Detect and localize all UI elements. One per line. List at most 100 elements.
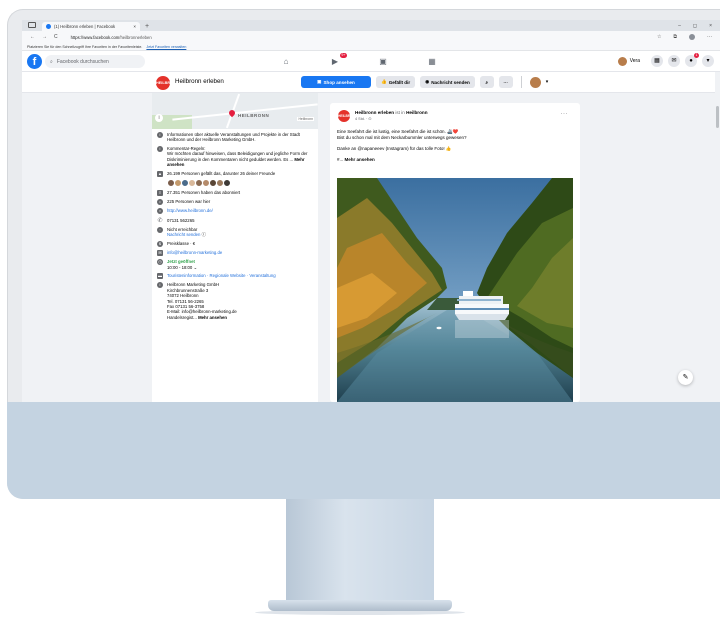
marketplace-icon[interactable]: ▣ bbox=[377, 56, 389, 67]
new-tab-button[interactable]: + bbox=[145, 22, 149, 31]
post-text: Eine Seefahrt die ist lustig, eine Seefa… bbox=[337, 129, 573, 168]
impressum-line: E-Mail: info@heilbronn-marketing.de bbox=[167, 309, 237, 315]
email-icon: ✉ bbox=[157, 249, 163, 256]
imac-mockup: (1) Heilbronn erleben | Facebook × + – ◻… bbox=[0, 0, 720, 617]
collections-icon[interactable]: ⧉ bbox=[673, 34, 677, 40]
url-path: /heilbronnerleben bbox=[119, 34, 152, 40]
friend-avatars[interactable] bbox=[167, 179, 315, 187]
map-tag: Heilbronn bbox=[297, 117, 314, 121]
favorites-bar: Platzieren Sie für den Schnellzugriff Ih… bbox=[22, 43, 720, 51]
price-icon: $ bbox=[157, 240, 163, 247]
checkins-text: 225 Personen war hier bbox=[167, 199, 211, 205]
message-button[interactable]: ◉ Nachricht senden bbox=[420, 76, 475, 88]
impressum-line: 74072 Heilbronn bbox=[167, 293, 199, 299]
post-line: Danke an @napaneeev (Instagram) für das … bbox=[337, 146, 452, 151]
info-circle-icon[interactable]: ⓘ bbox=[202, 232, 206, 237]
send-message-link[interactable]: Nachricht senden bbox=[167, 232, 200, 237]
facebook-nav-right: Vera ▦ ✉ ● 1 ▾ bbox=[617, 53, 714, 67]
new-message-button[interactable]: ✎ bbox=[678, 370, 693, 385]
user-profile-chip[interactable]: Vera bbox=[617, 56, 640, 66]
facebook-search-input[interactable]: ⌕ Facebook durchsuchen bbox=[45, 55, 145, 68]
friend-avatar bbox=[223, 179, 231, 187]
tab-actions-icon[interactable] bbox=[28, 22, 36, 28]
like-button[interactable]: 👍 Gefällt dir bbox=[376, 76, 416, 88]
post-author-name[interactable]: Heilbronn erleben bbox=[355, 110, 394, 115]
post-place[interactable]: Heilbronn bbox=[406, 110, 427, 115]
scrollbar-thumb[interactable] bbox=[716, 106, 719, 128]
hours-chevron-icon[interactable]: ⌄ bbox=[192, 265, 198, 270]
user-avatar bbox=[617, 56, 627, 66]
email-link[interactable]: info@heilbronn-marketing.de bbox=[167, 250, 315, 256]
page-more-button[interactable]: ··· bbox=[498, 76, 513, 88]
page-account-avatar[interactable] bbox=[529, 76, 541, 88]
screen: (1) Heilbronn erleben | Facebook × + – ◻… bbox=[22, 20, 720, 402]
tab-close-icon[interactable]: × bbox=[133, 24, 136, 29]
close-window-button[interactable]: × bbox=[709, 23, 712, 29]
page-header-bar: HEILBRONN Heilbronn erleben ▣ Shop anseh… bbox=[22, 72, 720, 93]
info-about: i Informationen über aktuelle Veranstalt… bbox=[157, 132, 315, 143]
followers-text: 27.351 Personen haben das abonniert bbox=[167, 190, 241, 195]
home-icon[interactable]: ⌂ bbox=[280, 56, 292, 67]
browser-tab[interactable]: (1) Heilbronn erleben | Facebook × bbox=[42, 22, 140, 31]
url-field[interactable]: https://www.facebook.com/heilbronnerlebe… bbox=[71, 35, 152, 40]
facebook-logo[interactable]: f bbox=[27, 54, 42, 69]
manage-favorites-link[interactable]: Jetzt Favoriten verwalten bbox=[146, 45, 186, 49]
like-button-label: Gefällt dir bbox=[388, 79, 411, 85]
map-road bbox=[172, 103, 318, 121]
location-map[interactable]: HEILBRONN i Heilbronn bbox=[152, 93, 318, 129]
groups-icon[interactable]: ▦ bbox=[426, 56, 438, 67]
shop-button-label: Shop ansehen bbox=[323, 79, 355, 85]
categories-text[interactable]: Touristeninformation · Regionale Website… bbox=[167, 273, 315, 279]
forward-button[interactable]: → bbox=[42, 34, 47, 40]
clock-icon: ◷ bbox=[157, 259, 163, 266]
post-options-button[interactable]: ··· bbox=[561, 111, 569, 117]
messenger-icon[interactable]: ✉ bbox=[668, 55, 680, 67]
page-account-chevron-icon[interactable]: ▾ bbox=[546, 79, 549, 85]
browser-toolbar: ☆ ⧉ ··· bbox=[657, 34, 720, 40]
info-impressum: i Heilbronn Marketing GmbH Kirchbrunnens… bbox=[157, 282, 315, 320]
watch-icon[interactable]: ▶ 9+ bbox=[329, 53, 347, 67]
impressum-line: Tel. 07131 56-2265 bbox=[167, 298, 204, 304]
map-info-icon[interactable]: i bbox=[155, 114, 163, 122]
menu-grid-icon[interactable]: ▦ bbox=[651, 55, 663, 67]
page-search-button[interactable]: ⌕ bbox=[479, 76, 494, 88]
messenger-small-icon: ◉ bbox=[425, 79, 430, 84]
account-chevron-icon[interactable]: ▾ bbox=[702, 55, 714, 67]
page-scrollbar[interactable] bbox=[715, 72, 720, 402]
minimize-button[interactable]: – bbox=[678, 23, 681, 29]
register-more-link[interactable]: Mehr ansehen bbox=[198, 315, 227, 320]
website-link[interactable]: http://www.heilbronn.de/ bbox=[167, 208, 315, 214]
notifications-icon[interactable]: ● 1 bbox=[685, 53, 699, 67]
info-website: ○ http://www.heilbronn.de/ bbox=[157, 208, 315, 215]
rules-block: Kommentar-Regeln: Wir möchten darauf hin… bbox=[167, 146, 315, 168]
settings-menu-icon[interactable]: ··· bbox=[707, 34, 712, 40]
unavailable-text: Nicht erreichbar bbox=[167, 226, 198, 232]
impressum-line: Fax 07131 56-3758 bbox=[167, 303, 205, 309]
page-title[interactable]: Heilbronn erleben bbox=[175, 78, 224, 85]
search-icon: ⌕ bbox=[50, 58, 53, 65]
page-logo[interactable]: HEILBRONN bbox=[156, 76, 179, 90]
monitor-chin bbox=[7, 402, 720, 499]
post-timestamp[interactable]: 4 Std. · ⊙ bbox=[355, 116, 371, 121]
about-text: Informationen über aktuelle Veranstaltun… bbox=[167, 132, 300, 143]
profile-avatar[interactable] bbox=[689, 34, 695, 40]
post-line: Eine Seefahrt die ist lustig, eine Seefa… bbox=[337, 129, 459, 134]
maximize-button[interactable]: ◻ bbox=[693, 23, 697, 29]
reload-button[interactable]: C bbox=[54, 34, 58, 40]
shop-button[interactable]: ▣ Shop ansehen bbox=[301, 76, 371, 88]
post-hashtag-prefix: #... bbox=[337, 157, 344, 162]
post-photo[interactable] bbox=[337, 178, 573, 402]
address-bar: ← → C https://www.facebook.com/heilbronn… bbox=[22, 31, 720, 43]
monitor-stand bbox=[286, 499, 434, 601]
back-button[interactable]: ← bbox=[30, 34, 35, 40]
hours-text[interactable]: 10:00 - 18:00 bbox=[167, 265, 192, 270]
phone-text[interactable]: 07131 562265 bbox=[167, 218, 315, 224]
post-see-more-link[interactable]: Mehr ansehen bbox=[345, 157, 375, 162]
info-price: $ Preisklasse · € bbox=[157, 240, 315, 247]
category-icon: ▬ bbox=[157, 273, 163, 280]
post-author-avatar[interactable]: HEILBRONN bbox=[338, 110, 358, 122]
favorites-star-icon[interactable]: ☆ bbox=[657, 34, 661, 40]
info-rules: i Kommentar-Regeln: Wir möchten darauf h… bbox=[157, 146, 315, 168]
thumbs-up-icon: ▲ bbox=[157, 170, 163, 177]
bell-icon: ● bbox=[689, 58, 693, 64]
